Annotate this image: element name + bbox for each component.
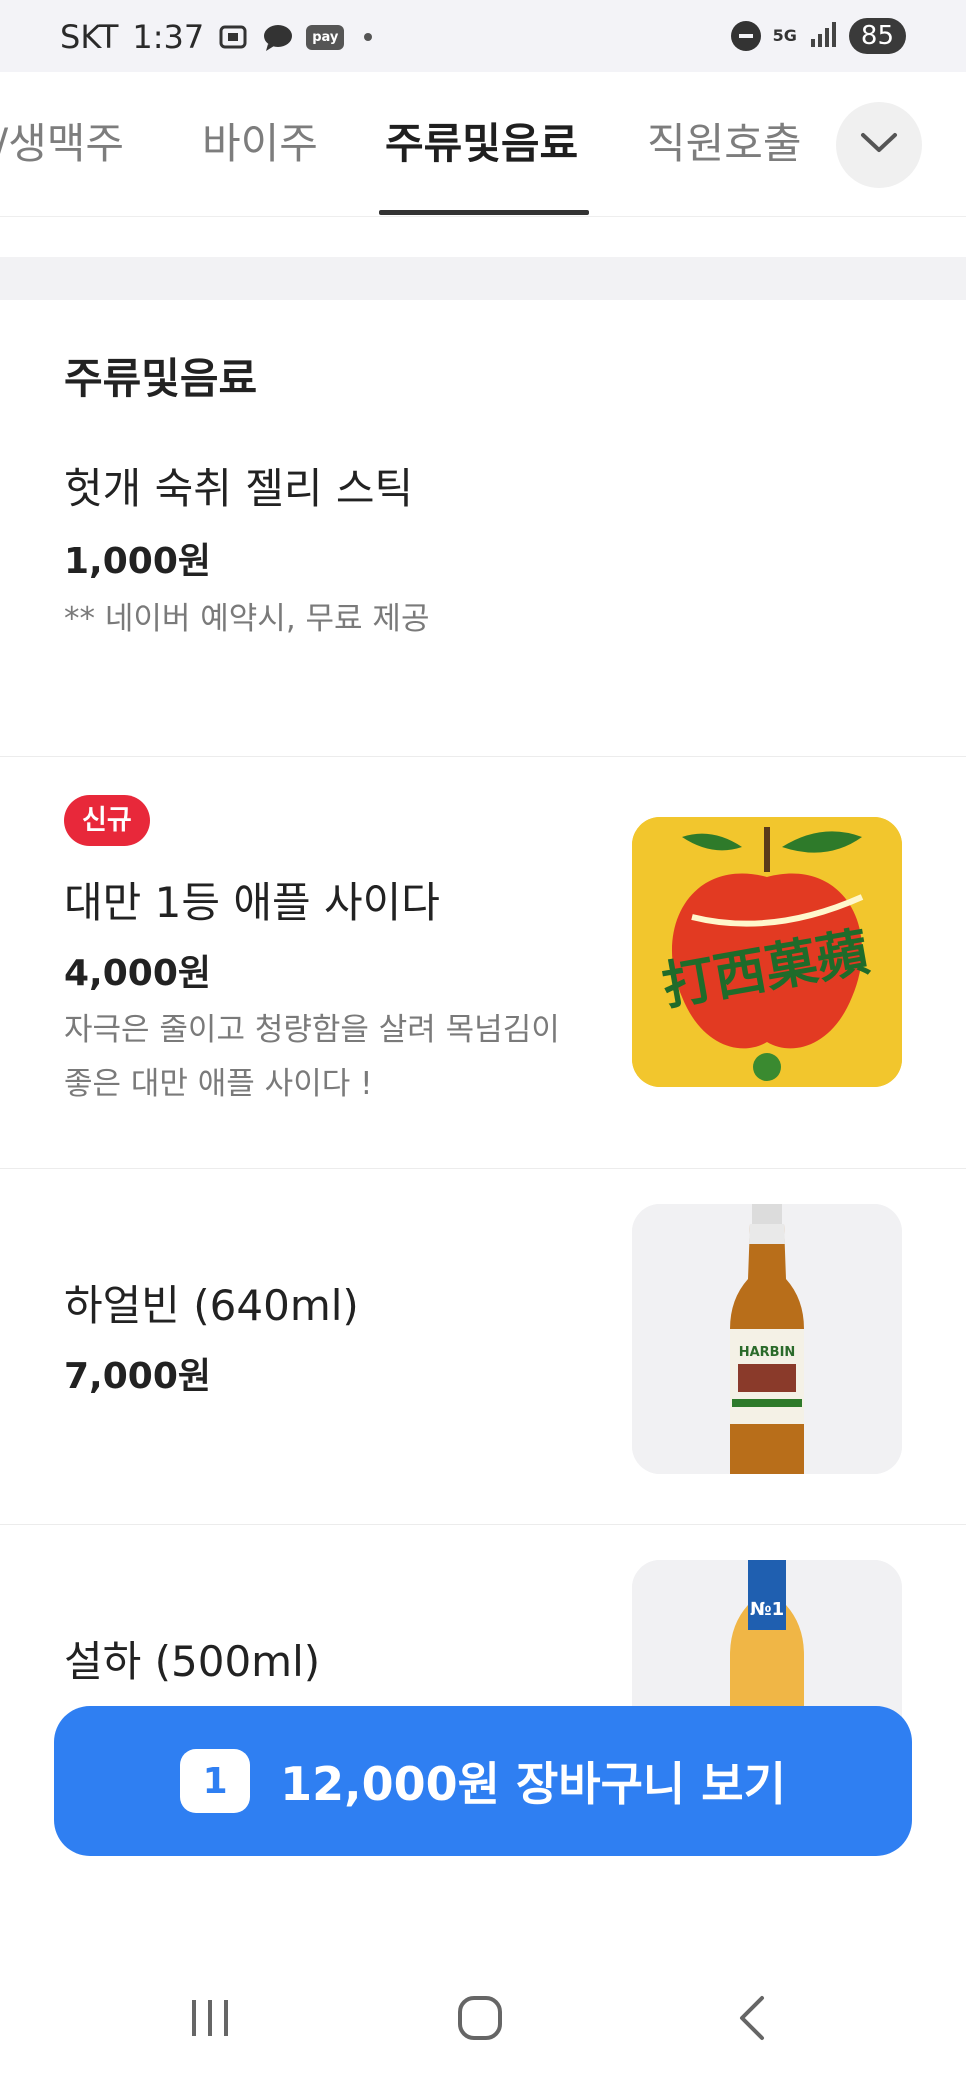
item-name: 헛개 숙취 젤리 스틱	[64, 464, 414, 513]
clock: 1:37	[132, 18, 205, 56]
chevron-down-icon	[859, 131, 899, 159]
back-icon	[732, 1994, 772, 2046]
tab-baijiu[interactable]: 바이주	[202, 110, 318, 171]
recent-apps-icon	[188, 1996, 232, 2044]
item-description-line: 좋은 대만 애플 사이다 !	[64, 1066, 373, 1102]
do-not-disturb-icon	[730, 21, 761, 51]
new-badge: 신규	[64, 795, 150, 846]
chat-bubble-icon	[262, 22, 293, 52]
notification-dot-icon	[364, 33, 373, 41]
battery-level: 85	[848, 18, 906, 54]
tab-draft-beer[interactable]: /생맥주	[0, 110, 124, 171]
item-description: 자극은 줄이고 청량함을 살려 목넘김이 좋은 대만 애플 사이다 !	[64, 1003, 560, 1111]
home-button[interactable]	[440, 1980, 520, 2060]
network-type-label: 5G	[772, 26, 797, 45]
item-price: 7,000원	[64, 1356, 211, 1397]
recent-apps-button[interactable]	[170, 1980, 250, 2060]
item-description-line: 자극은 줄이고 청량함을 살려 목넘김이	[64, 1012, 560, 1048]
category-tab-bar: /생맥주 바이주 주류및음료 직원호출	[0, 72, 966, 217]
back-button[interactable]	[712, 1980, 792, 2060]
apple-cider-image: 打西菓蘋	[632, 817, 902, 1087]
cart-count-badge: 1	[180, 1749, 251, 1813]
screenshot-icon	[218, 22, 248, 52]
menu-item-apple-cider[interactable]: 신규 대만 1등 애플 사이다 4,000원 자극은 줄이고 청량함을 살려 목…	[0, 757, 966, 1169]
menu-item-hangover-jelly[interactable]: 헛개 숙취 젤리 스틱 1,000원 ** 네이버 예약시, 무료 제공	[0, 410, 966, 757]
item-price: 4,000원	[64, 953, 211, 994]
item-name: 대만 1등 애플 사이다	[64, 878, 440, 927]
home-icon	[456, 1994, 504, 2046]
expand-categories-button[interactable]	[836, 102, 922, 188]
section-divider	[0, 257, 966, 300]
menu-item-harbin[interactable]: 하얼빈 (640ml) 7,000원 HARBIN	[0, 1169, 966, 1525]
system-navigation-bar	[0, 1940, 966, 2093]
view-cart-button[interactable]: 1 12,000원 장바구니 보기	[54, 1706, 912, 1856]
harbin-label-text: HARBIN	[739, 1345, 796, 1360]
item-name: 설하 (500ml)	[64, 1637, 321, 1686]
menu-page: SKT 1:37 pay 5G 85 /생맥주 바이주 주류및음료 직원호출 주…	[0, 0, 966, 2093]
cart-button-label: 12,000원 장바구니 보기	[280, 1757, 786, 1811]
tab-call-staff[interactable]: 직원호출	[647, 110, 802, 171]
signal-icon	[809, 21, 837, 51]
pay-icon: pay	[306, 24, 345, 50]
status-bar: SKT 1:37 pay 5G 85	[0, 0, 966, 72]
harbin-beer-image: HARBIN	[632, 1204, 902, 1474]
item-description: ** 네이버 예약시, 무료 제공	[64, 601, 430, 637]
item-name: 하얼빈 (640ml)	[64, 1281, 359, 1330]
snow-beer-label-text: №1	[750, 1599, 784, 1620]
active-tab-indicator	[379, 210, 589, 215]
item-price: 1,000원	[64, 541, 211, 582]
section-title: 주류및음료	[64, 354, 258, 403]
tab-drinks[interactable]: 주류및음료	[385, 110, 578, 171]
carrier-label: SKT	[60, 18, 119, 56]
